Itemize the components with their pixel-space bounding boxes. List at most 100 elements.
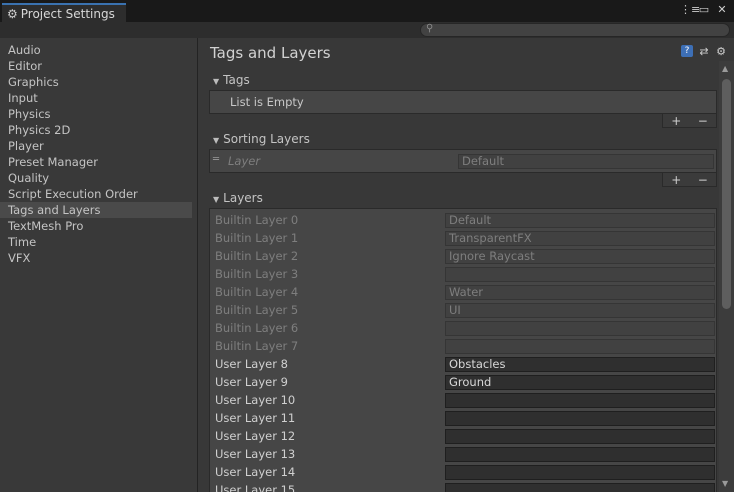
drag-handle-icon[interactable]: ═ (213, 154, 219, 165)
sidebar-item-audio[interactable]: Audio (0, 42, 192, 58)
layer-name-field (445, 339, 715, 354)
menu-icon[interactable]: ⋮≡ (680, 3, 700, 16)
layer-label: User Layer 9 (215, 375, 288, 389)
layer-name-field[interactable] (445, 411, 715, 426)
layer-row: Builtin Layer 2 Ignore Raycast (212, 248, 715, 264)
layer-name-field[interactable] (445, 465, 715, 480)
sidebar-item-script-execution-order[interactable]: Script Execution Order (0, 186, 192, 202)
sidebar-item-physics[interactable]: Physics (0, 106, 192, 122)
layer-label: User Layer 8 (215, 357, 288, 371)
gear-icon: ⚙ (7, 6, 18, 21)
sidebar-item-physics-2d[interactable]: Physics 2D (0, 122, 192, 138)
layer-label: User Layer 10 (215, 393, 296, 407)
layer-row: User Layer 12 (212, 428, 715, 444)
layer-row: User Layer 8 Obstacles (212, 356, 715, 372)
tags-list: List is Empty (209, 90, 717, 114)
layer-name-field[interactable]: Ground (445, 375, 715, 390)
tags-footer: + − (662, 114, 717, 128)
main-panel: Tags and Layers ▼ Tags List is Empty + − … (199, 38, 719, 492)
layer-row: User Layer 9 Ground (212, 374, 715, 390)
layer-label: Builtin Layer 2 (215, 249, 299, 263)
sorting-layers-remove-button[interactable]: − (698, 173, 708, 187)
scroll-down-icon[interactable]: ▼ (722, 479, 728, 488)
tags-foldout[interactable]: ▼ Tags (213, 73, 250, 87)
search-bar: ⚲ (0, 22, 734, 38)
layer-name-field[interactable] (445, 483, 715, 492)
tags-empty-text: List is Empty (230, 95, 304, 109)
layer-row: Builtin Layer 1 TransparentFX (212, 230, 715, 246)
sorting-layers-title: Sorting Layers (223, 132, 310, 146)
layer-label: Builtin Layer 7 (215, 339, 299, 353)
layer-row: User Layer 11 (212, 410, 715, 426)
layer-name-field: Water (445, 285, 715, 300)
layer-label: User Layer 14 (215, 465, 296, 479)
scroll-up-icon[interactable]: ▲ (722, 64, 728, 73)
sidebar-item-editor[interactable]: Editor (0, 58, 192, 74)
layer-name-field: TransparentFX (445, 231, 715, 246)
layer-row: User Layer 14 (212, 464, 715, 480)
sorting-layers-add-button[interactable]: + (671, 173, 681, 187)
layer-label: Builtin Layer 4 (215, 285, 299, 299)
layers-foldout[interactable]: ▼ Layers (213, 191, 263, 205)
layer-name-field[interactable] (445, 447, 715, 462)
tags-add-button[interactable]: + (671, 114, 681, 128)
layers-title: Layers (223, 191, 263, 205)
sorting-layers-list: ═ Layer Default (209, 149, 717, 173)
sidebar-item-quality[interactable]: Quality (0, 170, 192, 186)
tags-remove-button[interactable]: − (698, 114, 708, 128)
foldout-arrow-icon: ▼ (213, 195, 220, 204)
layer-label: User Layer 15 (215, 483, 296, 492)
layer-name-field: UI (445, 303, 715, 318)
layer-row: User Layer 10 (212, 392, 715, 408)
layer-name-field: Ignore Raycast (445, 249, 715, 264)
sorting-layer-row: ═ Layer Default (212, 153, 714, 169)
settings-sidebar: Audio Editor Graphics Input Physics Physics 2… (0, 38, 198, 492)
sidebar-item-time[interactable]: Time (0, 234, 192, 250)
layer-label: Builtin Layer 0 (215, 213, 299, 227)
layer-name-field: Default (445, 213, 715, 228)
window-controls: ⋮≡ ▭ ✕ (680, 3, 728, 16)
close-icon[interactable]: ✕ (716, 3, 728, 16)
sorting-layers-foldout[interactable]: ▼ Sorting Layers (213, 132, 310, 146)
layer-name-field[interactable] (445, 393, 715, 408)
layer-label: Builtin Layer 6 (215, 321, 299, 335)
project-settings-tab[interactable]: ⚙ Project Settings (2, 3, 126, 22)
tab-title: Project Settings (20, 6, 115, 21)
search-input[interactable]: ⚲ (420, 23, 730, 37)
layer-row: Builtin Layer 5 UI (212, 302, 715, 318)
sidebar-item-input[interactable]: Input (0, 90, 192, 106)
sidebar-item-preset-manager[interactable]: Preset Manager (0, 154, 192, 170)
layer-row: Builtin Layer 4 Water (212, 284, 715, 300)
sidebar-item-player[interactable]: Player (0, 138, 192, 154)
tags-title: Tags (223, 73, 250, 87)
layer-label: User Layer 12 (215, 429, 296, 443)
layer-name-field (445, 321, 715, 336)
layer-name-field[interactable] (445, 429, 715, 444)
layer-label: User Layer 11 (215, 411, 296, 425)
sidebar-item-graphics[interactable]: Graphics (0, 74, 192, 90)
search-icon: ⚲ (426, 23, 434, 34)
layer-row: Builtin Layer 3 (212, 266, 715, 282)
layer-row: Builtin Layer 7 (212, 338, 715, 354)
sorting-layer-name-field[interactable]: Default (458, 154, 714, 169)
layer-label: Builtin Layer 1 (215, 231, 299, 245)
layer-row: User Layer 13 (212, 446, 715, 462)
foldout-arrow-icon: ▼ (213, 136, 220, 145)
layers-list: Builtin Layer 0 Default Builtin Layer 1 Tra… (209, 208, 717, 492)
sidebar-item-tags-and-layers[interactable]: Tags and Layers (0, 202, 192, 218)
layer-row: User Layer 15 (212, 482, 715, 492)
sorting-layer-label: Layer (228, 154, 261, 168)
layer-name-field[interactable]: Obstacles (445, 357, 715, 372)
layer-label: Builtin Layer 5 (215, 303, 299, 317)
layer-row: Builtin Layer 6 (212, 320, 715, 336)
page-title: Tags and Layers (210, 44, 331, 62)
maximize-icon[interactable]: ▭ (698, 3, 710, 16)
sidebar-item-vfx[interactable]: VFX (0, 250, 192, 266)
foldout-arrow-icon: ▼ (213, 77, 220, 86)
sorting-layers-footer: + − (662, 173, 717, 187)
scrollbar[interactable]: ▲ ▼ (719, 61, 734, 492)
sidebar-item-textmesh-pro[interactable]: TextMesh Pro (0, 218, 192, 234)
layer-row: Builtin Layer 0 Default (212, 212, 715, 228)
scroll-thumb[interactable] (722, 79, 731, 309)
title-bar: ⚙ Project Settings ⋮≡ ▭ ✕ (0, 0, 734, 22)
